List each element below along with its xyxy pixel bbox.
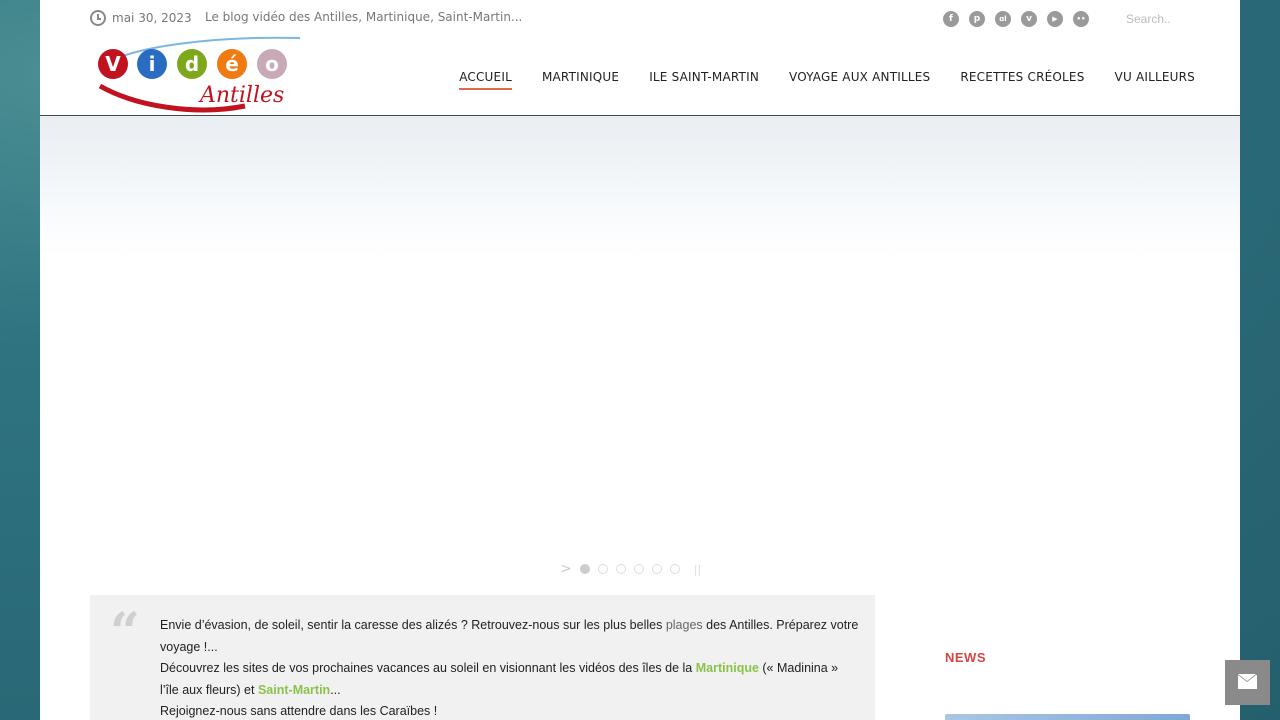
slider-dot[interactable]: [669, 564, 680, 574]
logo-letter: i: [149, 52, 156, 76]
logo-letter: é: [225, 52, 239, 76]
site-tagline: Le blog vidéo des Antilles, Martinique, …: [205, 10, 523, 24]
intro-line-2: Découvrez les sites de vos prochaines va…: [160, 658, 860, 701]
flickr-icon[interactable]: ••: [1073, 11, 1089, 27]
hero-slider[interactable]: > ||: [40, 116, 1240, 586]
intro-line-3: Rejoignez-nous sans attendre dans les Ca…: [160, 704, 438, 718]
quote-icon: “: [110, 602, 140, 663]
logo-letter: V: [105, 52, 121, 76]
slider-dot[interactable]: [579, 564, 590, 574]
slider-dot[interactable]: [633, 564, 644, 574]
news-thumbnail[interactable]: [945, 714, 1190, 720]
intro-text: Envie d’évasion, de soleil, sentir la ca…: [160, 615, 860, 720]
slider-controls: > ||: [560, 561, 701, 577]
slider-dot[interactable]: [597, 564, 608, 574]
slider-dot[interactable]: [651, 564, 662, 574]
logo-letter: d: [185, 52, 199, 76]
intro-quote-box: “ Envie d’évasion, de soleil, sentir la …: [90, 595, 875, 720]
logo-subtitle: Antilles: [198, 83, 284, 108]
intro-text-segment: Découvrez les sites de vos prochaines va…: [160, 661, 696, 675]
clock-icon: [90, 10, 106, 26]
slider-dot[interactable]: [615, 564, 626, 574]
nav-item-vu-ailleurs[interactable]: VU AILLEURS: [1115, 70, 1195, 90]
date-block: mai 30, 2023: [90, 10, 192, 26]
search-input[interactable]: [1126, 8, 1226, 30]
link-plages[interactable]: plages: [666, 618, 703, 632]
sidebar-news-title: NEWS: [945, 650, 986, 665]
link-saint-martin[interactable]: Saint-Martin: [258, 683, 330, 697]
facebook-icon[interactable]: f: [943, 11, 959, 27]
current-date: mai 30, 2023: [112, 11, 192, 25]
link-martinique[interactable]: Martinique: [696, 661, 759, 675]
intro-line-1: Envie d’évasion, de soleil, sentir la ca…: [160, 615, 860, 658]
intro-text-segment: Envie d’évasion, de soleil, sentir la ca…: [160, 618, 666, 632]
youtube-icon[interactable]: ▶: [1047, 11, 1063, 27]
vimeo-icon[interactable]: v: [1021, 11, 1037, 27]
nav-item-accueil[interactable]: ACCUEIL: [459, 70, 512, 90]
social-links: f p ɑl v ▶ ••: [943, 11, 1089, 27]
nav-item-martinique[interactable]: MARTINIQUE: [542, 70, 619, 90]
logo-graphic: V i d é o Antilles: [98, 36, 301, 113]
nav-item-recettes-creoles[interactable]: RECETTES CRÉOLES: [960, 70, 1084, 90]
lastfm-icon[interactable]: ɑl: [995, 11, 1011, 27]
envelope-icon: [1238, 674, 1257, 689]
logo-letter: o: [265, 52, 279, 76]
intro-text-segment: ...: [330, 682, 341, 697]
page-container: mai 30, 2023 Le blog vidéo des Antilles,…: [40, 0, 1240, 720]
contact-button[interactable]: [1225, 660, 1270, 705]
nav-item-ile-saint-martin[interactable]: ILE SAINT-MARTIN: [649, 70, 759, 90]
pinterest-icon[interactable]: p: [969, 11, 985, 27]
slider-next-icon[interactable]: >: [560, 561, 572, 577]
top-bar: mai 30, 2023 Le blog vidéo des Antilles,…: [40, 0, 1240, 36]
site-logo[interactable]: V i d é o Antilles: [95, 36, 305, 114]
slider-pause-icon[interactable]: ||: [694, 563, 701, 576]
nav-item-voyage-aux-antilles[interactable]: VOYAGE AUX ANTILLES: [789, 70, 930, 90]
main-nav: ACCUEIL MARTINIQUE ILE SAINT-MARTIN VOYA…: [459, 70, 1195, 90]
